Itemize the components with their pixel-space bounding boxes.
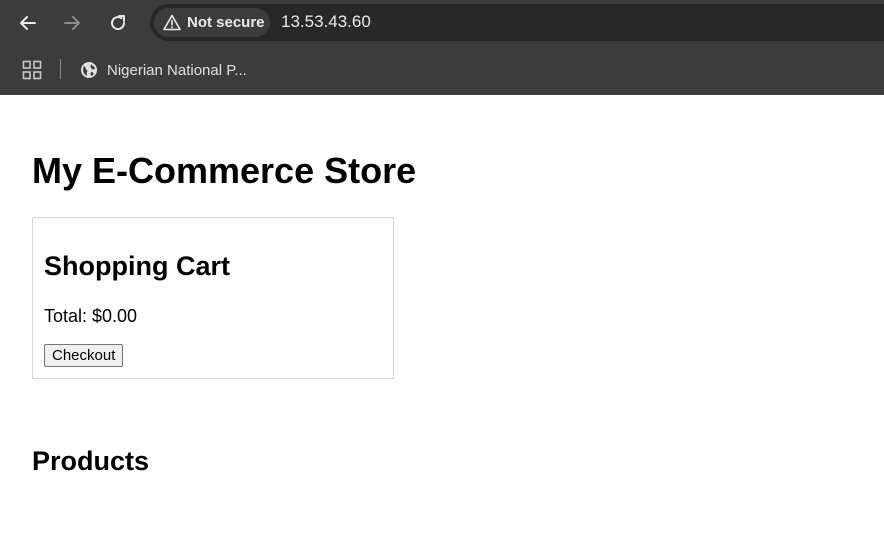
back-arrow-icon — [20, 16, 36, 30]
security-indicator[interactable]: Not secure — [154, 8, 270, 37]
forward-button[interactable] — [59, 10, 85, 36]
apps-grid-icon[interactable] — [22, 60, 42, 80]
browser-toolbar: Not secure 13.53.43.60 — [0, 0, 884, 45]
security-label: Not secure — [187, 14, 265, 31]
bookmarks-divider — [60, 59, 61, 79]
reload-icon — [111, 15, 126, 31]
checkout-button[interactable]: Checkout — [44, 344, 124, 367]
products-heading: Products — [32, 446, 150, 476]
warning-triangle-icon — [163, 14, 181, 31]
bookmark-nigerian-national[interactable]: Nigerian National P... — [80, 58, 247, 82]
bookmark-label: Nigerian National P... — [107, 61, 247, 79]
reload-button[interactable] — [105, 10, 131, 36]
page-title: My E-Commerce Store — [32, 150, 417, 191]
cart-title: Shopping Cart — [44, 251, 230, 281]
forward-arrow-icon — [64, 16, 80, 30]
shopping-cart-panel: Shopping Cart Total: $0.00 Checkout — [32, 217, 394, 379]
globe-icon — [81, 62, 97, 78]
cart-total: Total: $0.00 — [44, 306, 138, 326]
back-button[interactable] — [15, 10, 41, 36]
url-text[interactable]: 13.53.43.60 — [281, 12, 371, 32]
bookmarks-bar: Nigerian National P... — [0, 45, 884, 95]
